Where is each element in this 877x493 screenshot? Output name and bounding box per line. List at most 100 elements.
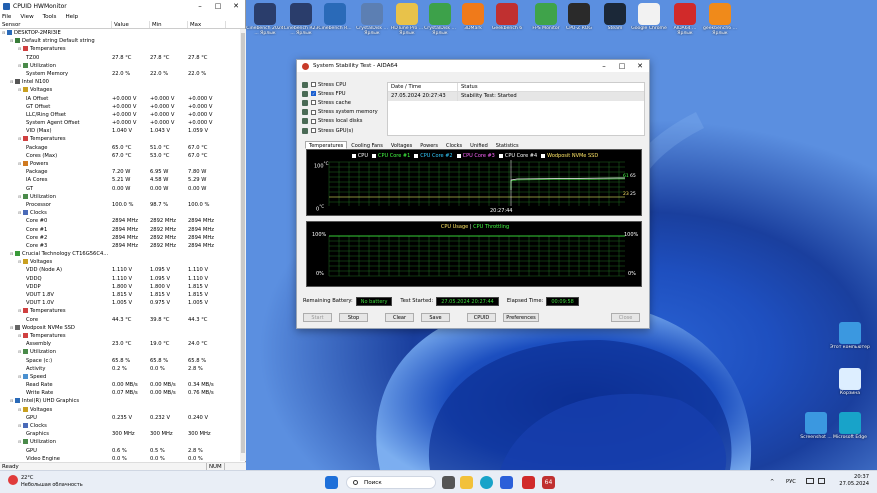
desktop-icon[interactable]: Google Chrome bbox=[630, 2, 668, 36]
sensor-row[interactable]: ⊟ Intel(R) UHD Graphics bbox=[0, 397, 240, 405]
start-button[interactable]: Start bbox=[303, 313, 332, 322]
status-row[interactable]: 27.05.2024 20:27:43 Stability Test: Star… bbox=[388, 92, 644, 101]
sensor-row[interactable]: Activity 0.2 % 0.0 % 2.8 % bbox=[0, 365, 240, 373]
stress-checkbox[interactable] bbox=[311, 82, 316, 87]
task-view-icon[interactable] bbox=[442, 476, 455, 489]
volume-icon[interactable] bbox=[818, 478, 825, 484]
tab-clocks[interactable]: Clocks bbox=[442, 141, 466, 149]
sensor-row[interactable]: ⊟ Utilization bbox=[0, 438, 240, 446]
stress-option[interactable]: Stress CPU bbox=[302, 80, 382, 89]
menu-file[interactable]: File bbox=[2, 14, 11, 20]
chevron-up-icon[interactable]: ^ bbox=[770, 479, 774, 485]
column-date-time[interactable]: Date / Time bbox=[388, 83, 458, 91]
sensor-row[interactable]: ⊟ Powers bbox=[0, 160, 240, 168]
desktop-icon[interactable]: Этот компьютер bbox=[830, 322, 870, 350]
stress-checkbox[interactable] bbox=[311, 100, 316, 106]
sensor-row[interactable]: ⊟ Default string Default string bbox=[0, 37, 240, 45]
sensor-row[interactable]: Core #2 2894 MHz 2892 MHz 2894 MHz bbox=[0, 234, 240, 242]
column-value[interactable]: Value bbox=[112, 21, 150, 28]
network-icon[interactable] bbox=[806, 478, 814, 484]
sensor-row[interactable]: VDDP 1.800 V 1.800 V 1.815 V bbox=[0, 283, 240, 291]
column-status[interactable]: Status bbox=[458, 83, 478, 91]
sensor-row[interactable]: ⊟ Clocks bbox=[0, 209, 240, 217]
sensor-row[interactable]: GPU 0.6 % 0.5 % 2.8 % bbox=[0, 447, 240, 455]
sensor-row[interactable]: LLC/Ring Offset +0.000 V +0.000 V +0.000 V bbox=[0, 111, 240, 119]
sensor-row[interactable]: VOUT 1.0V 1.005 V 0.975 V 1.005 V bbox=[0, 299, 240, 307]
language-indicator[interactable]: РУС bbox=[786, 479, 796, 485]
cpuid-button[interactable]: CPUID bbox=[467, 313, 496, 322]
desktop-icon[interactable]: 3DMark bbox=[454, 2, 492, 36]
sensor-row[interactable]: VID (Max) 1.040 V 1.043 V 1.059 V bbox=[0, 127, 240, 135]
sensor-row[interactable]: ⊟ Temperatures bbox=[0, 307, 240, 315]
stress-option[interactable]: Stress cache bbox=[302, 98, 382, 107]
stop-button[interactable]: Stop bbox=[339, 313, 368, 322]
tab-temperatures[interactable]: Temperatures bbox=[305, 141, 348, 149]
sensor-row[interactable]: ⊟ Wodposit NVMe SSD bbox=[0, 324, 240, 332]
column-max[interactable]: Max bbox=[188, 21, 226, 28]
sensor-row[interactable]: ⊟ Temperatures bbox=[0, 135, 240, 143]
desktop-icon[interactable]: Корзина bbox=[830, 368, 870, 396]
sensor-row[interactable]: ⊟ Clocks bbox=[0, 422, 240, 430]
sensor-row[interactable]: Package 7.20 W 6.95 W 7.80 W bbox=[0, 168, 240, 176]
sensor-row[interactable]: Graphics 300 MHz 300 MHz 300 MHz bbox=[0, 430, 240, 438]
sensor-row[interactable]: ⊟ Utilization bbox=[0, 348, 240, 356]
tab-voltages[interactable]: Voltages bbox=[387, 141, 416, 149]
sensor-row[interactable]: Core #3 2894 MHz 2892 MHz 2894 MHz bbox=[0, 242, 240, 250]
maximize-icon[interactable]: □ bbox=[209, 1, 227, 11]
preferences-button[interactable]: Preferences bbox=[503, 313, 539, 322]
sensor-row[interactable]: Read Rate 0.00 MB/s 0.00 MB/s 0.34 MB/s bbox=[0, 381, 240, 389]
sensor-row[interactable]: IA Offset +0.000 V +0.000 V +0.000 V bbox=[0, 95, 240, 103]
clear-button[interactable]: Clear bbox=[385, 313, 414, 322]
close-icon[interactable]: ✕ bbox=[631, 62, 649, 70]
sensor-row[interactable]: Core #0 2894 MHz 2892 MHz 2894 MHz bbox=[0, 217, 240, 225]
sensor-row[interactable]: System Agent Offset +0.000 V +0.000 V +0.00… bbox=[0, 119, 240, 127]
desktop-icon[interactable]: geekbench6 ... Ярлык bbox=[701, 2, 739, 36]
sensor-row[interactable]: VDDQ 1.110 V 1.095 V 1.110 V bbox=[0, 275, 240, 283]
sensor-row[interactable]: ⊟ Speed bbox=[0, 373, 240, 381]
sensor-row[interactable]: ⊟ Voltages bbox=[0, 258, 240, 266]
clock[interactable]: 20:37 27.05.2024 bbox=[839, 474, 869, 488]
sensor-row[interactable]: Core 44.3 °C 39.8 °C 44.3 °C bbox=[0, 316, 240, 324]
menu-help[interactable]: Help bbox=[65, 14, 78, 20]
stress-option[interactable]: Stress local disks bbox=[302, 117, 382, 126]
sensor-row[interactable]: ⊟ Voltages bbox=[0, 406, 240, 414]
tab-powers[interactable]: Powers bbox=[416, 141, 442, 149]
desktop-icon[interactable]: Cinebench 2024 ... Ярлык bbox=[246, 2, 284, 36]
aida64-taskbar-icon[interactable] bbox=[522, 476, 535, 489]
sensor-row[interactable]: Core #1 2894 MHz 2892 MHz 2894 MHz bbox=[0, 226, 240, 234]
maximize-icon[interactable]: □ bbox=[613, 62, 631, 70]
file-explorer-icon[interactable] bbox=[460, 476, 473, 489]
column-sensor[interactable]: Sensor bbox=[0, 21, 112, 28]
desktop-icon[interactable]: CrystalDisk ... Ярлык bbox=[353, 2, 391, 36]
tab-statistics[interactable]: Statistics bbox=[492, 141, 523, 149]
desktop-icon[interactable]: Cinebench R... bbox=[316, 2, 354, 36]
sensor-row[interactable]: Assembly 23.0 °C 19.0 °C 24.0 °C bbox=[0, 340, 240, 348]
edge-icon[interactable] bbox=[480, 476, 493, 489]
tab-unified[interactable]: Unified bbox=[466, 141, 492, 149]
sensor-row[interactable]: ⊟ Crucial Technology CT16G56C4... bbox=[0, 250, 240, 258]
desktop-icon[interactable]: Geekbench 6 bbox=[488, 2, 526, 36]
sensor-row[interactable]: ⊟ Temperatures bbox=[0, 45, 240, 53]
start-icon[interactable] bbox=[325, 476, 338, 489]
sensor-row[interactable]: TZ00 27.8 °C 27.8 °C 27.8 °C bbox=[0, 54, 240, 62]
sensor-row[interactable]: IA Cores 5.21 W 4.58 W 5.29 W bbox=[0, 176, 240, 184]
stress-checkbox[interactable] bbox=[311, 128, 316, 133]
stress-option[interactable]: Stress GPU(s) bbox=[302, 126, 382, 135]
sensor-row[interactable]: ⊟ Utilization bbox=[0, 62, 240, 70]
sensor-row[interactable]: GT Offset +0.000 V +0.000 V +0.000 V bbox=[0, 103, 240, 111]
stress-checkbox[interactable] bbox=[311, 118, 316, 124]
taskbar-search[interactable]: Поиск bbox=[346, 476, 436, 489]
minimize-icon[interactable]: – bbox=[191, 1, 209, 11]
sensor-row[interactable]: VDD (Node A) 1.110 V 1.095 V 1.110 V bbox=[0, 266, 240, 274]
sensor-row[interactable]: Write Rate 0.07 MB/s 0.00 MB/s 0.76 MB/s bbox=[0, 389, 240, 397]
sensor-row[interactable]: Space (c:) 65.8 % 65.8 % 65.8 % bbox=[0, 357, 240, 365]
sensor-row[interactable]: GT 0.00 W 0.00 W 0.00 W bbox=[0, 185, 240, 193]
desktop-icon[interactable]: AIDA64 ... Ярлык bbox=[666, 2, 704, 36]
close-button[interactable]: Close bbox=[611, 313, 640, 322]
tab-cooling-fans[interactable]: Cooling Fans bbox=[347, 141, 387, 149]
sensor-row[interactable]: ⊟ Voltages bbox=[0, 86, 240, 94]
save-button[interactable]: Save bbox=[421, 313, 450, 322]
stress-option[interactable]: Stress system memory bbox=[302, 108, 382, 117]
sensor-row[interactable]: ⊟ Utilization bbox=[0, 193, 240, 201]
close-icon[interactable]: ✕ bbox=[227, 1, 245, 11]
